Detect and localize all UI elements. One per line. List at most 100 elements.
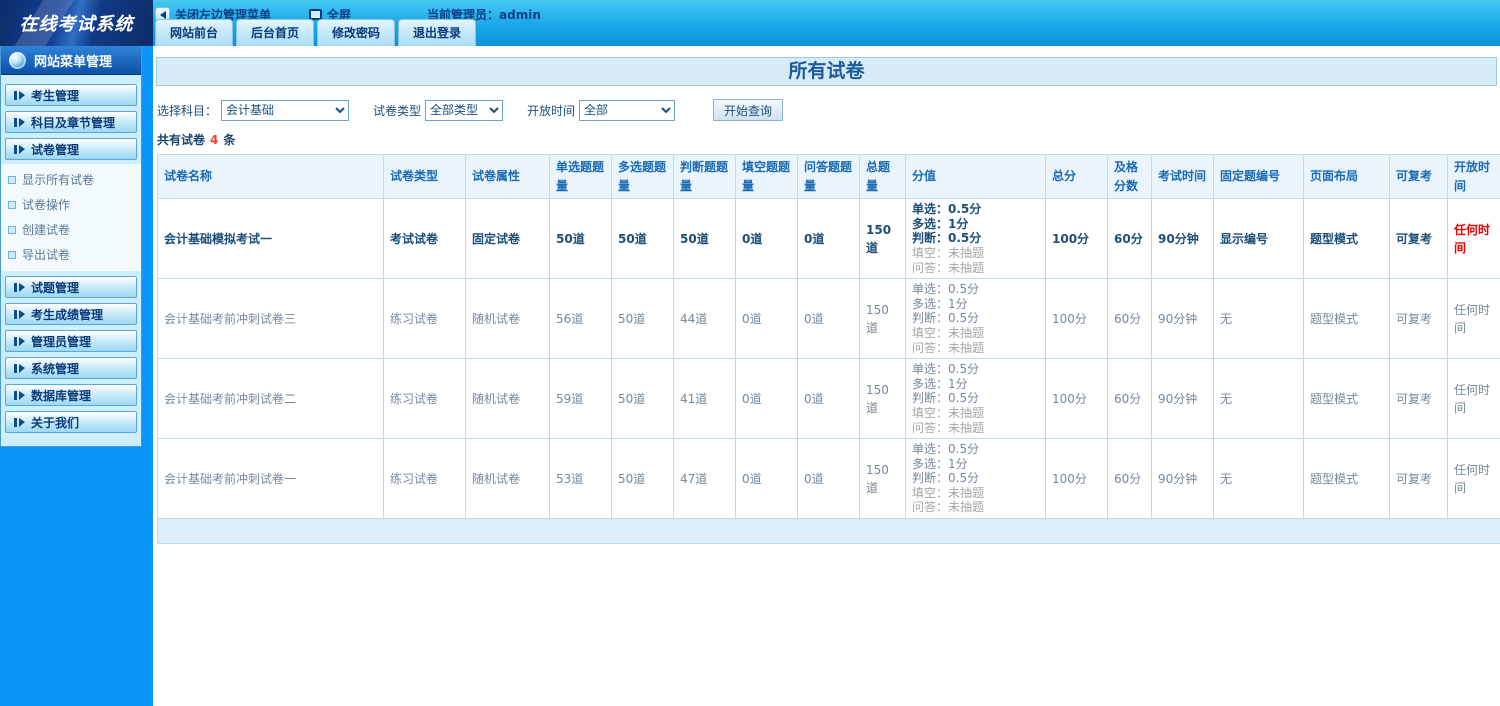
table-cell: 随机试卷	[465, 358, 550, 440]
sidebar-section-7[interactable]: 数据库管理	[5, 384, 137, 406]
table-cell: 53道	[549, 438, 612, 520]
table-footer-cell	[157, 518, 1500, 545]
fullscreen-icon	[309, 8, 323, 20]
table-cell: 44道	[673, 278, 736, 360]
sidebar-section-3[interactable]: 试题管理	[5, 276, 137, 298]
table-cell: 题型模式	[1303, 438, 1390, 520]
score-detail-cell: 单选：0.5分 多选：1分 判断：0.5分 填空：未抽题 问答：未抽题	[905, 358, 1046, 440]
table-cell: 90分钟	[1151, 358, 1214, 440]
table-cell: 60分	[1107, 198, 1152, 280]
play-icon	[14, 144, 25, 154]
table-cell: 可复考	[1389, 278, 1448, 360]
table-cell: 100分	[1045, 358, 1108, 440]
sidebar-section-label: 试卷管理	[31, 142, 80, 157]
tab-logout[interactable]: 退出登录	[398, 19, 477, 46]
sidebar-section-label: 数据库管理	[31, 388, 92, 403]
score-line: 多选：1分	[912, 296, 968, 311]
table-cell: 100分	[1045, 278, 1108, 360]
table-cell: 150道	[859, 438, 906, 520]
sidebar-item[interactable]: 显示所有试卷	[1, 167, 141, 192]
sidebar-section-5[interactable]: 管理员管理	[5, 330, 137, 352]
table-cell: 无	[1213, 438, 1304, 520]
sidebar-item-label: 创建试卷	[22, 223, 71, 237]
subject-select[interactable]: 会计基础	[221, 99, 350, 121]
sidebar-section-4[interactable]: 考生成绩管理	[5, 303, 137, 325]
table-cell: 会计基础考前冲刺试卷一	[157, 438, 384, 520]
paper-type-select[interactable]: 全部类型	[425, 99, 504, 121]
table-cell: 100分	[1045, 198, 1108, 280]
top-header: 在线考试系统 关闭左边管理菜单 全屏 当前管理员：admin 网站前台 后台首页修…	[0, 0, 1500, 46]
table-cell: 50道	[611, 358, 674, 440]
sidebar-item[interactable]: 导出试卷	[1, 242, 141, 267]
table-cell: 练习试卷	[383, 438, 466, 520]
play-icon	[14, 336, 25, 346]
play-icon	[14, 417, 25, 427]
table-cell: 无	[1213, 358, 1304, 440]
score-line: 单选：0.5分	[912, 442, 980, 457]
table-cell: 题型模式	[1303, 358, 1390, 440]
open-time-cell: 任何时间	[1447, 358, 1500, 440]
play-icon	[14, 282, 25, 292]
count-prefix: 共有试卷	[157, 133, 206, 147]
paper-type-label: 试卷类型	[373, 103, 422, 118]
table-cell: 50道	[611, 278, 674, 360]
table-cell: 0道	[797, 198, 860, 280]
sidebar-item[interactable]: 试卷操作	[1, 192, 141, 217]
sidebar-section-label: 考生成绩管理	[31, 307, 104, 322]
score-line: 填空：未抽题	[912, 325, 985, 340]
column-header: 试卷类型	[383, 153, 466, 200]
column-header: 考试时间	[1151, 153, 1214, 200]
sidebar-item-label: 导出试卷	[22, 248, 71, 262]
tab-site-front[interactable]: 网站前台	[155, 19, 234, 46]
sidebar-section-label: 管理员管理	[31, 334, 92, 349]
sidebar-section-8[interactable]: 关于我们	[5, 411, 137, 433]
play-icon	[14, 309, 25, 319]
column-header: 多选题题量	[611, 153, 674, 200]
score-line: 单选：0.5分	[912, 362, 980, 377]
square-bullet-icon	[8, 200, 16, 209]
table-cell: 60分	[1107, 278, 1152, 360]
sidebar-section-label: 科目及章节管理	[31, 115, 116, 130]
sidebar-section-2[interactable]: 试卷管理	[5, 138, 137, 160]
header-tabs: 网站前台 后台首页 修改密码 退出登录	[155, 19, 479, 46]
column-header: 总分	[1045, 153, 1108, 200]
sidebar-section-1[interactable]: 科目及章节管理	[5, 111, 137, 133]
column-header: 可复考	[1389, 153, 1448, 200]
play-icon	[14, 363, 25, 373]
table-cell: 100分	[1045, 438, 1108, 520]
count-value: 4	[210, 133, 219, 147]
papers-table: 试卷名称 试卷类型 试卷属性 单选题题量 多选题题量 判断题题量 填空题题量 问答题题量 总题量…	[157, 153, 1500, 545]
sidebar-section-0[interactable]: 考生管理	[5, 84, 137, 106]
body-row: 网站菜单管理 考生管理科目及章节管理 试卷管理显示所有试卷 试卷操作创建试卷导出试卷…	[0, 46, 1500, 706]
square-bullet-icon	[8, 175, 16, 184]
sphere-icon	[9, 51, 26, 69]
tab-admin-home[interactable]: 后台首页	[236, 19, 315, 46]
table-row: 会计基础考前冲刺试卷一 练习试卷 随机试卷 53道 50道 47道 0道 0道 150道 单选：0…	[157, 438, 1500, 520]
open-time-cell: 任何时间	[1447, 438, 1500, 520]
sidebar-menu: 考生管理科目及章节管理 试卷管理显示所有试卷 试卷操作创建试卷导出试卷试题管理考生成…	[1, 75, 141, 433]
page: 在线考试系统 关闭左边管理菜单 全屏 当前管理员：admin 网站前台 后台首页修…	[0, 0, 1500, 706]
table-cell: 150道	[859, 358, 906, 440]
table-cell: 可复考	[1389, 438, 1448, 520]
sidebar-header: 网站菜单管理	[1, 46, 141, 75]
table-header-row: 试卷名称 试卷类型 试卷属性 单选题题量 多选题题量 判断题题量 填空题题量 问答题题量 总题量…	[157, 153, 1500, 200]
sidebar: 网站菜单管理 考生管理科目及章节管理 试卷管理显示所有试卷 试卷操作创建试卷导出试卷…	[0, 46, 153, 706]
sidebar-item[interactable]: 创建试卷	[1, 217, 141, 242]
table-cell: 59道	[549, 358, 612, 440]
column-header: 总题量	[859, 153, 906, 200]
tab-change-password[interactable]: 修改密码	[317, 19, 396, 46]
query-button[interactable]: 开始查询	[713, 99, 784, 121]
play-icon	[14, 90, 25, 100]
table-cell: 0道	[735, 198, 798, 280]
filter-bar: 选择科目： 会计基础 试卷类型 全部类型 开放时间 全部 开始查询	[157, 99, 1497, 121]
main-content: 所有试卷 选择科目： 会计基础 试卷类型 全部类型 开放时间 全部 开始查询 共…	[153, 46, 1500, 706]
sidebar-section-6[interactable]: 系统管理	[5, 357, 137, 379]
score-detail-cell: 单选：0.5分 多选：1分 判断：0.5分 填空：未抽题 问答：未抽题	[905, 278, 1046, 360]
open-time-select[interactable]: 全部	[579, 99, 676, 121]
table-cell: 50道	[673, 198, 736, 280]
sidebar-submenu: 显示所有试卷 试卷操作创建试卷导出试卷	[1, 164, 141, 271]
score-line: 问答：未抽题	[912, 500, 985, 515]
table-cell: 会计基础考前冲刺试卷三	[157, 278, 384, 360]
table-cell: 90分钟	[1151, 198, 1214, 280]
table-cell: 可复考	[1389, 198, 1448, 280]
